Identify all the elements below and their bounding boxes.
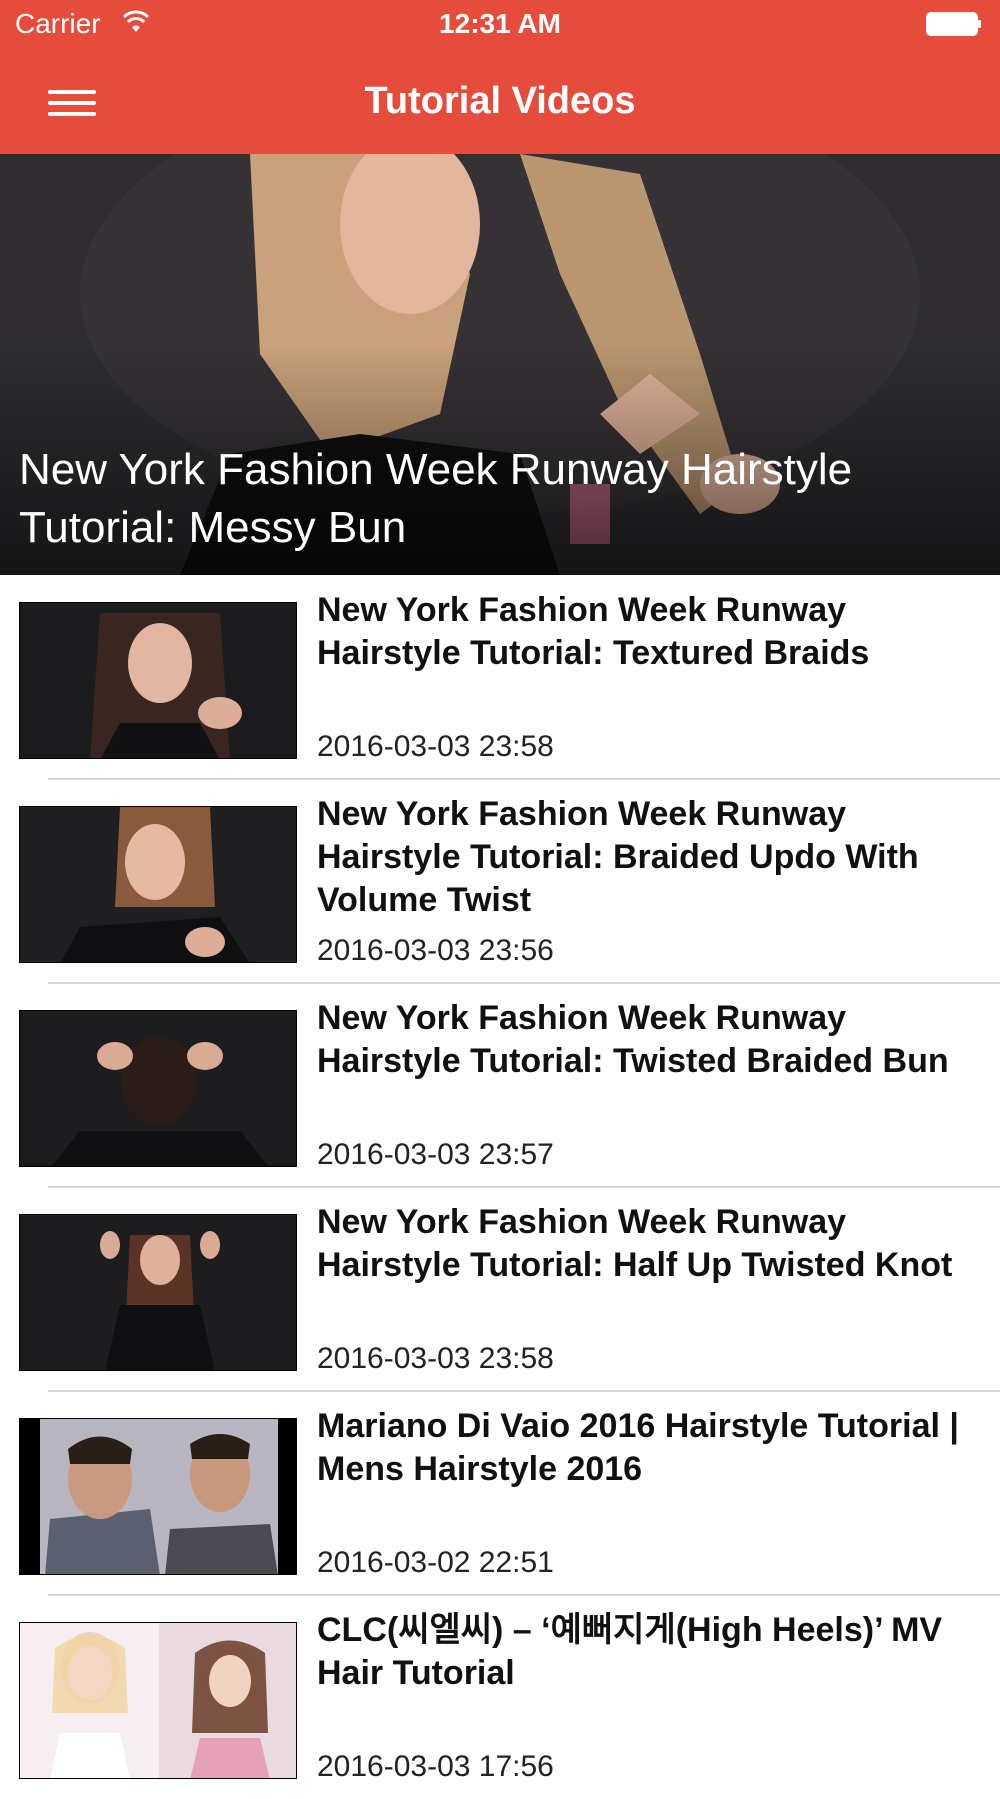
video-thumbnail (19, 1418, 297, 1575)
video-thumbnail (19, 602, 297, 759)
video-item[interactable]: New York Fashion Week Runway Hairstyle T… (0, 575, 1000, 779)
featured-video[interactable]: New York Fashion Week Runway Hairstyle T… (0, 154, 1000, 575)
video-title: CLC(씨엘씨) – ‘예뻐지게(High Heels)’ MV Hair Tu… (317, 1611, 943, 1692)
status-bar: Carrier 12:31 AM (0, 0, 1000, 50)
video-title: New York Fashion Week Runway Hairstyle T… (317, 1203, 953, 1284)
battery-icon (926, 12, 982, 36)
video-title: New York Fashion Week Runway Hairstyle T… (317, 999, 949, 1080)
video-date: 2016-03-03 23:57 (317, 1138, 554, 1171)
video-thumbnail (19, 1214, 297, 1371)
video-thumbnail (19, 1010, 297, 1167)
video-thumbnail (19, 1622, 297, 1779)
video-title: New York Fashion Week Runway Hairstyle T… (317, 795, 919, 919)
video-thumbnail (19, 806, 297, 963)
video-date: 2016-03-03 23:58 (317, 1342, 554, 1375)
video-item[interactable]: CLC(씨엘씨) – ‘예뻐지게(High Heels)’ MV Hair Tu… (0, 1595, 1000, 1799)
video-date: 2016-03-02 22:51 (317, 1546, 554, 1579)
video-date: 2016-03-03 23:56 (317, 934, 554, 967)
navigation-bar: Tutorial Videos (0, 50, 1000, 154)
video-date: 2016-03-03 23:58 (317, 730, 554, 763)
page-title: Tutorial Videos (364, 80, 636, 122)
video-title: New York Fashion Week Runway Hairstyle T… (317, 591, 870, 672)
featured-video-title: New York Fashion Week Runway Hairstyle T… (19, 445, 853, 552)
video-item[interactable]: Mariano Di Vaio 2016 Hairstyle Tutorial … (0, 1391, 1000, 1595)
video-date: 2016-03-03 17:56 (317, 1750, 554, 1783)
video-item[interactable]: New York Fashion Week Runway Hairstyle T… (0, 983, 1000, 1187)
video-item[interactable]: New York Fashion Week Runway Hairstyle T… (0, 1187, 1000, 1391)
status-time: 12:31 AM (439, 8, 561, 39)
video-title: Mariano Di Vaio 2016 Hairstyle Tutorial … (317, 1407, 959, 1488)
video-item[interactable]: New York Fashion Week Runway Hairstyle T… (0, 779, 1000, 983)
